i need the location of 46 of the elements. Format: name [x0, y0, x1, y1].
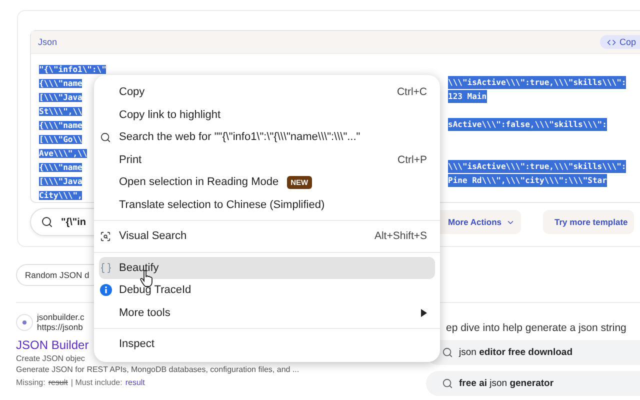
panel-title: Json — [38, 37, 58, 47]
site-url: https://jsonb — [37, 322, 84, 332]
scan-icon — [100, 230, 111, 242]
result-snippet: Generate JSON for REST APIs, MongoDB databases, configuration files, and ... — [16, 364, 300, 375]
include-link[interactable]: result — [125, 378, 145, 387]
selected-code-text: sActive\\\":false,\\\"skills\\\": — [448, 118, 607, 130]
selected-code-text: "{\"info1\":\" — [39, 65, 106, 74]
struck-term: result — [48, 378, 68, 387]
search-icon — [41, 216, 53, 228]
search-icon — [442, 347, 453, 358]
search-icon — [442, 378, 453, 389]
menu-item[interactable]: Translate selection to Chinese (Simplified) — [99, 194, 435, 216]
selected-code-text: {\\\"name — [39, 121, 82, 130]
selected-code-text: [\\\"Go\\ — [39, 135, 82, 144]
selected-code-text: Pine Rd\\\",\\\"city\\\":\\\"Star — [448, 174, 607, 186]
result-snippet: Create JSON objec — [16, 353, 86, 364]
section-heading: ep dive into help generate a json string — [445, 322, 628, 334]
menu-item[interactable]: Copy Ctrl+C — [99, 81, 435, 104]
link-icon — [22, 320, 27, 324]
related-search-item[interactable]: free ai json generator — [426, 371, 640, 396]
selected-code-text: City\\\", — [39, 191, 82, 200]
selected-code-text: \\\"isActive\\\":true,\\\"skills\\\": — [448, 76, 626, 88]
selected-code-text: Ave\\\",\\ — [39, 149, 88, 158]
copy-button[interactable]: Cop — [600, 35, 640, 49]
template-button[interactable]: Try more template — [542, 210, 634, 234]
selected-code-text: 123 Main — [448, 90, 487, 102]
menu-item[interactable]: Copy link to highlight — [99, 104, 435, 126]
selected-code-text: [\\\"Java — [39, 177, 82, 186]
selected-code-text: \\\"isActive\\\":true,\\\"skills\\\": — [448, 160, 626, 172]
code-icon — [607, 38, 616, 46]
info-icon — [100, 284, 112, 296]
menu-item[interactable]: Visual Search Alt+Shift+S — [99, 225, 435, 248]
menu-item[interactable]: Search the web for ""{\"info1\":\"{\\\"name\\\":\\\"..." — [99, 126, 435, 148]
menu-item[interactable]: Beautify — [99, 256, 435, 279]
include-label: | Must include: — [70, 378, 122, 387]
missing-label: Missing: — [16, 378, 46, 387]
menu-item[interactable]: Print Ctrl+P — [99, 148, 435, 171]
braces-icon — [100, 262, 112, 274]
selected-code-text: [\\\"Java — [39, 93, 82, 102]
selected-code-text: {\\\"name — [39, 79, 82, 88]
selected-code-text: {\\\"name — [39, 163, 82, 172]
site-name: jsonbuilder.c — [37, 312, 84, 322]
search-icon — [100, 132, 111, 143]
submenu-arrow-icon — [421, 308, 427, 317]
menu-item[interactable]: More tools — [99, 302, 435, 324]
selected-code-text: St\\\",\\ — [39, 107, 82, 116]
